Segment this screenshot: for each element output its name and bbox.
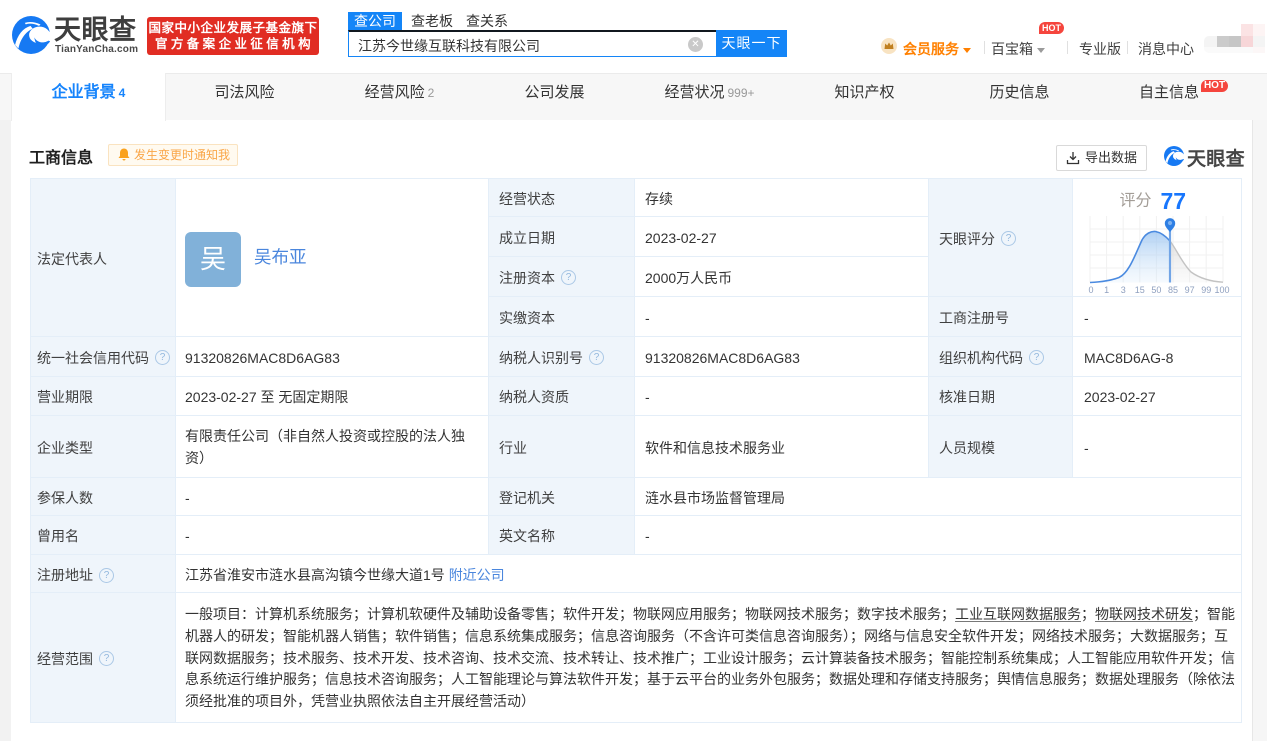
svg-text:3: 3 — [1121, 285, 1126, 295]
svg-text:77: 77 — [1161, 188, 1187, 214]
svg-text:评分: 评分 — [1120, 191, 1152, 209]
svg-text:50: 50 — [1151, 285, 1161, 295]
svg-text:99: 99 — [1201, 285, 1211, 295]
svg-text:85: 85 — [1168, 285, 1178, 295]
svg-text:0: 0 — [1088, 285, 1093, 295]
svg-text:15: 15 — [1135, 285, 1145, 295]
svg-text:100: 100 — [1214, 285, 1229, 295]
svg-text:1: 1 — [1104, 285, 1109, 295]
svg-text:97: 97 — [1185, 285, 1195, 295]
